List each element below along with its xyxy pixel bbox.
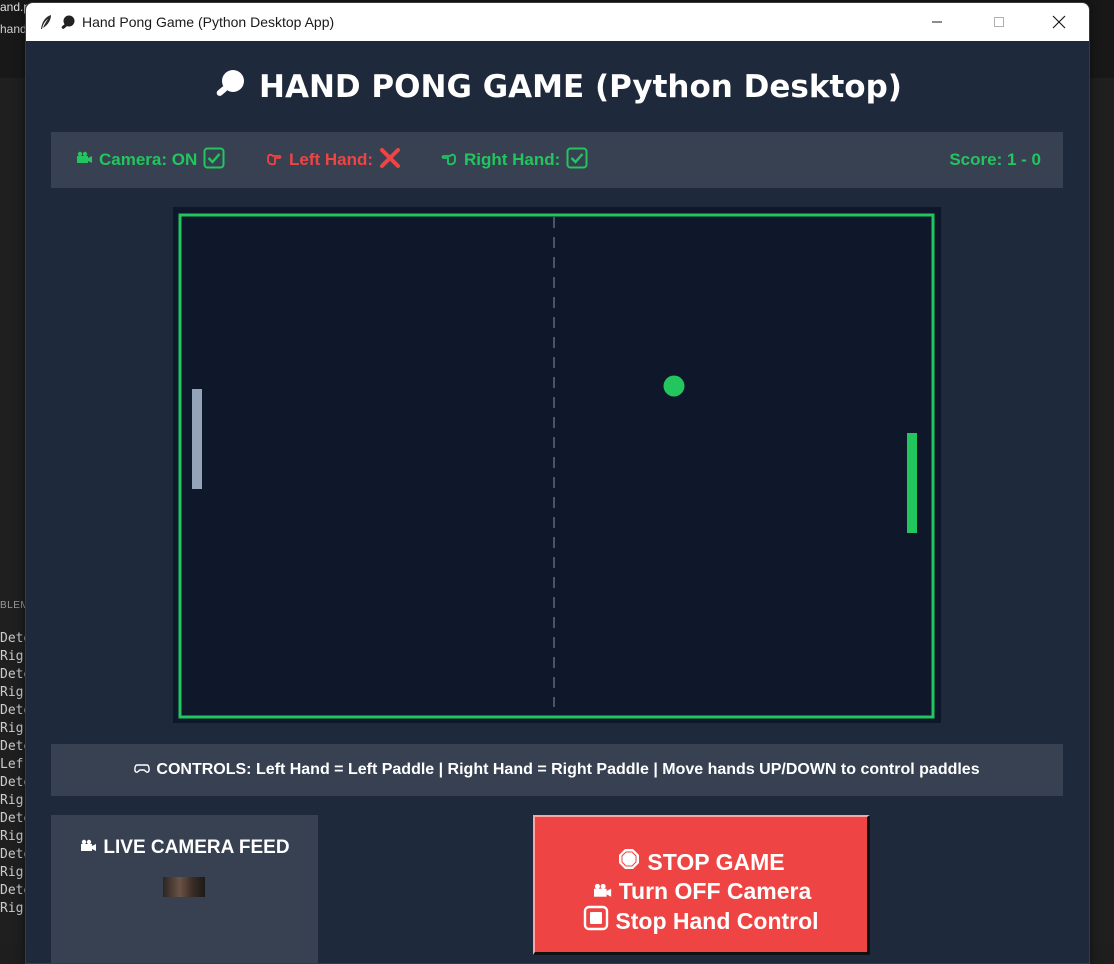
stop-game-button[interactable]: STOP GAME Turn OFF Camera Stop Hand Cont…: [533, 815, 870, 955]
stop-line-3: Stop Hand Control: [583, 905, 819, 937]
ide-breadcrumb: hand: [0, 22, 27, 36]
stop-line-1: STOP GAME: [617, 847, 785, 877]
camera-feed-image: [163, 877, 205, 897]
camera-icon: [75, 150, 93, 170]
camera-feed-panel: LIVE CAMERA FEED: [51, 815, 318, 963]
hand-icon: [440, 150, 458, 171]
right-paddle: [907, 433, 917, 533]
score-display: Score: 1 - 0: [949, 150, 1041, 169]
feather-icon: [38, 14, 54, 30]
stop-hand-control-label: Stop Hand Control: [615, 908, 819, 934]
camera-status-label: Camera: ON: [99, 150, 198, 169]
status-bar: Camera: ON Left Hand: Right Hand: Score:…: [51, 132, 1063, 188]
maximize-button[interactable]: [976, 3, 1022, 41]
app-title-text: HAND PONG GAME (Python Desktop): [259, 69, 902, 105]
ping-pong-icon: [213, 68, 247, 106]
controls-text: CONTROLS: Left Hand = Left Paddle | Righ…: [156, 761, 980, 778]
camera-icon: [79, 837, 97, 859]
camera-icon: [591, 877, 613, 905]
hand-icon: [265, 150, 283, 171]
ping-pong-icon: [60, 14, 76, 30]
left-hand-status: Left Hand:: [265, 132, 401, 188]
left-paddle: [192, 389, 202, 489]
game-canvas-frame: [173, 207, 941, 723]
stop-game-label: STOP GAME: [647, 849, 785, 875]
stop-line-2: Turn OFF Camera: [591, 877, 812, 905]
cross-icon: [379, 147, 401, 174]
close-button[interactable]: [1036, 3, 1082, 41]
app-window: Hand Pong Game (Python Desktop App) HAND…: [25, 2, 1090, 964]
pong-court[interactable]: [173, 207, 941, 723]
camera-feed-label: LIVE CAMERA FEED: [103, 837, 290, 858]
minimize-button[interactable]: [914, 3, 960, 41]
window-title: Hand Pong Game (Python Desktop App): [82, 14, 335, 30]
window-titlebar[interactable]: Hand Pong Game (Python Desktop App): [26, 3, 1089, 41]
check-icon: [566, 147, 588, 174]
left-hand-label: Left Hand:: [289, 150, 374, 169]
stop-square-icon: [583, 905, 609, 937]
controls-hint: CONTROLS: Left Hand = Left Paddle | Righ…: [51, 744, 1063, 796]
right-hand-status: Right Hand:: [440, 132, 588, 188]
gamepad-icon: [134, 761, 151, 779]
ball: [663, 375, 685, 397]
right-hand-label: Right Hand:: [464, 150, 561, 169]
check-icon: [203, 147, 225, 174]
camera-feed-title: LIVE CAMERA FEED: [51, 837, 318, 859]
page-title: HAND PONG GAME (Python Desktop): [26, 68, 1089, 106]
stop-sign-icon: [617, 847, 641, 877]
camera-status: Camera: ON: [75, 132, 225, 188]
turn-off-camera-label: Turn OFF Camera: [618, 878, 812, 904]
court-border: [178, 213, 935, 719]
